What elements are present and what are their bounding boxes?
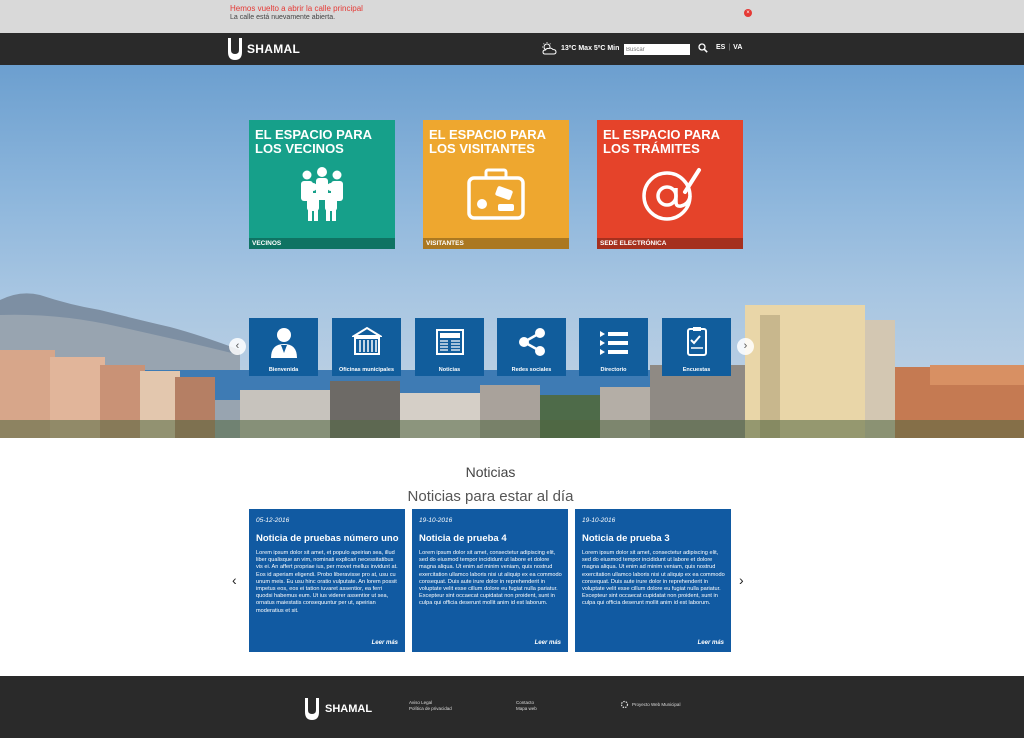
site-logo[interactable]: SHAMAL	[228, 38, 300, 60]
read-more-link[interactable]: Leer más	[535, 640, 561, 646]
list-icon	[600, 331, 628, 355]
footer-project-link[interactable]: Proyecto Web Municipal	[620, 700, 680, 709]
tile-tramites[interactable]: EL ESPACIO PARA LOS TRÁMITES SEDE ELECTR…	[597, 120, 743, 249]
news-prev-button[interactable]: ‹	[232, 572, 237, 588]
news-date: 19-10-2016	[582, 517, 616, 524]
at-sign-icon	[642, 168, 701, 221]
tile-redes-sociales-label: Redes sociales	[511, 367, 552, 373]
footer-logo[interactable]: SHAMAL	[305, 698, 372, 720]
carousel-next-button[interactable]: ›	[737, 338, 754, 355]
tile-redes-sociales[interactable]: Redes sociales	[497, 318, 566, 376]
tile-vecinos-title: EL ESPACIO PARA LOS VECINOS	[255, 127, 372, 156]
share-icon	[519, 328, 545, 356]
news-date: 19-10-2016	[419, 517, 453, 524]
logo-text: SHAMAL	[247, 42, 301, 56]
news-card-body: Lorem ipsum dolor sit amet, consectetur …	[419, 550, 562, 607]
footer-project-text: Proyecto Web Municipal	[632, 702, 681, 707]
lang-va[interactable]: VA	[733, 44, 742, 51]
tile-directorio[interactable]: Directorio	[579, 318, 648, 376]
shield-icon	[228, 38, 242, 60]
person-icon	[271, 328, 297, 358]
tile-tramites-title: EL ESPACIO PARA LOS TRÁMITES	[603, 127, 720, 156]
footer-links-site: Contacto Mapa web	[516, 700, 537, 712]
alert-text: La calle está nuevamente abierta.	[230, 14, 336, 21]
news-card-title[interactable]: Noticia de pruebas número uno	[256, 533, 399, 544]
tile-encuestas[interactable]: Encuestas	[662, 318, 731, 376]
gear-icon	[620, 700, 629, 709]
news-subheading: Noticias para estar al día	[407, 488, 574, 505]
alert-title[interactable]: Hemos vuelto a abrir la calle principal	[230, 4, 363, 13]
weather-widget: 13ºC Max 5ºC Min	[541, 42, 619, 55]
tile-bienvenida[interactable]: Bienvenida	[249, 318, 318, 376]
news-next-button[interactable]: ›	[739, 572, 744, 588]
tile-vecinos[interactable]: EL ESPACIO PARA LOS VECINOS VECINOS	[249, 120, 395, 249]
news-card-title[interactable]: Noticia de prueba 4	[419, 533, 507, 544]
tile-visitantes-title: EL ESPACIO PARA LOS VISITANTES	[429, 127, 546, 156]
footer: SHAMAL Aviso Legal Política de privacida…	[0, 676, 1024, 738]
tile-directorio-label: Directorio	[600, 367, 627, 373]
building-icon	[352, 326, 382, 355]
top-nav: SHAMAL 13ºC Max 5ºC Min ES | VA	[0, 33, 1024, 65]
alert-bar: Hemos vuelto a abrir la calle principal …	[0, 0, 1024, 33]
footer-links-legal: Aviso Legal Política de privacidad	[409, 700, 452, 712]
read-more-link[interactable]: Leer más	[372, 640, 398, 646]
partly-cloudy-icon	[542, 42, 557, 55]
news-card[interactable]: 19-10-2016 Noticia de prueba 3 Lorem ips…	[575, 509, 731, 652]
newspaper-icon	[436, 329, 464, 355]
close-icon[interactable]: ×	[744, 9, 752, 17]
news-date: 05-12-2016	[256, 517, 290, 524]
news-heading: Noticias	[465, 464, 516, 480]
tile-visitantes-label: VISITANTES	[423, 238, 569, 249]
lang-separator: |	[728, 44, 731, 51]
survey-icon	[687, 327, 707, 356]
news-card-body: Lorem ipsum dolor sit amet, et populo ap…	[256, 550, 398, 614]
tile-noticias-label: Noticias	[438, 367, 461, 373]
carousel-prev-button[interactable]: ‹	[229, 338, 246, 355]
tile-visitantes[interactable]: EL ESPACIO PARA LOS VISITANTES VISITANTE…	[423, 120, 569, 249]
search-icon[interactable]	[698, 43, 708, 53]
language-switcher: ES | VA	[716, 44, 742, 51]
weather-text: 13ºC Max 5ºC Min	[561, 45, 620, 52]
tile-bienvenida-label: Bienvenida	[268, 367, 299, 373]
search-input[interactable]	[624, 44, 690, 55]
suitcase-icon	[467, 168, 525, 220]
news-card[interactable]: 05-12-2016 Noticia de pruebas número uno…	[249, 509, 405, 652]
footer-logo-text: SHAMAL	[325, 703, 373, 715]
news-card-body: Lorem ipsum dolor sit amet, consectetur …	[582, 550, 725, 607]
shield-icon	[305, 698, 319, 720]
tile-tramites-label: SEDE ELECTRÓNICA	[597, 238, 743, 249]
news-card[interactable]: 19-10-2016 Noticia de prueba 4 Lorem ips…	[412, 509, 568, 652]
tile-encuestas-label: Encuestas	[682, 367, 711, 373]
read-more-link[interactable]: Leer más	[698, 640, 724, 646]
lang-es[interactable]: ES	[716, 44, 725, 51]
hero-banner: EL ESPACIO PARA LOS VECINOS VECINOS EL E…	[0, 65, 1024, 438]
tile-vecinos-label: VECINOS	[249, 238, 395, 249]
news-card-title[interactable]: Noticia de prueba 3	[582, 533, 670, 544]
tile-oficinas[interactable]: Oficinas municipales	[332, 318, 401, 376]
people-group-icon	[301, 167, 343, 221]
tile-oficinas-label: Oficinas municipales	[338, 367, 395, 373]
footer-link-mapa-web[interactable]: Mapa web	[516, 706, 537, 712]
footer-link-privacidad[interactable]: Política de privacidad	[409, 706, 452, 712]
tile-noticias[interactable]: Noticias	[415, 318, 484, 376]
